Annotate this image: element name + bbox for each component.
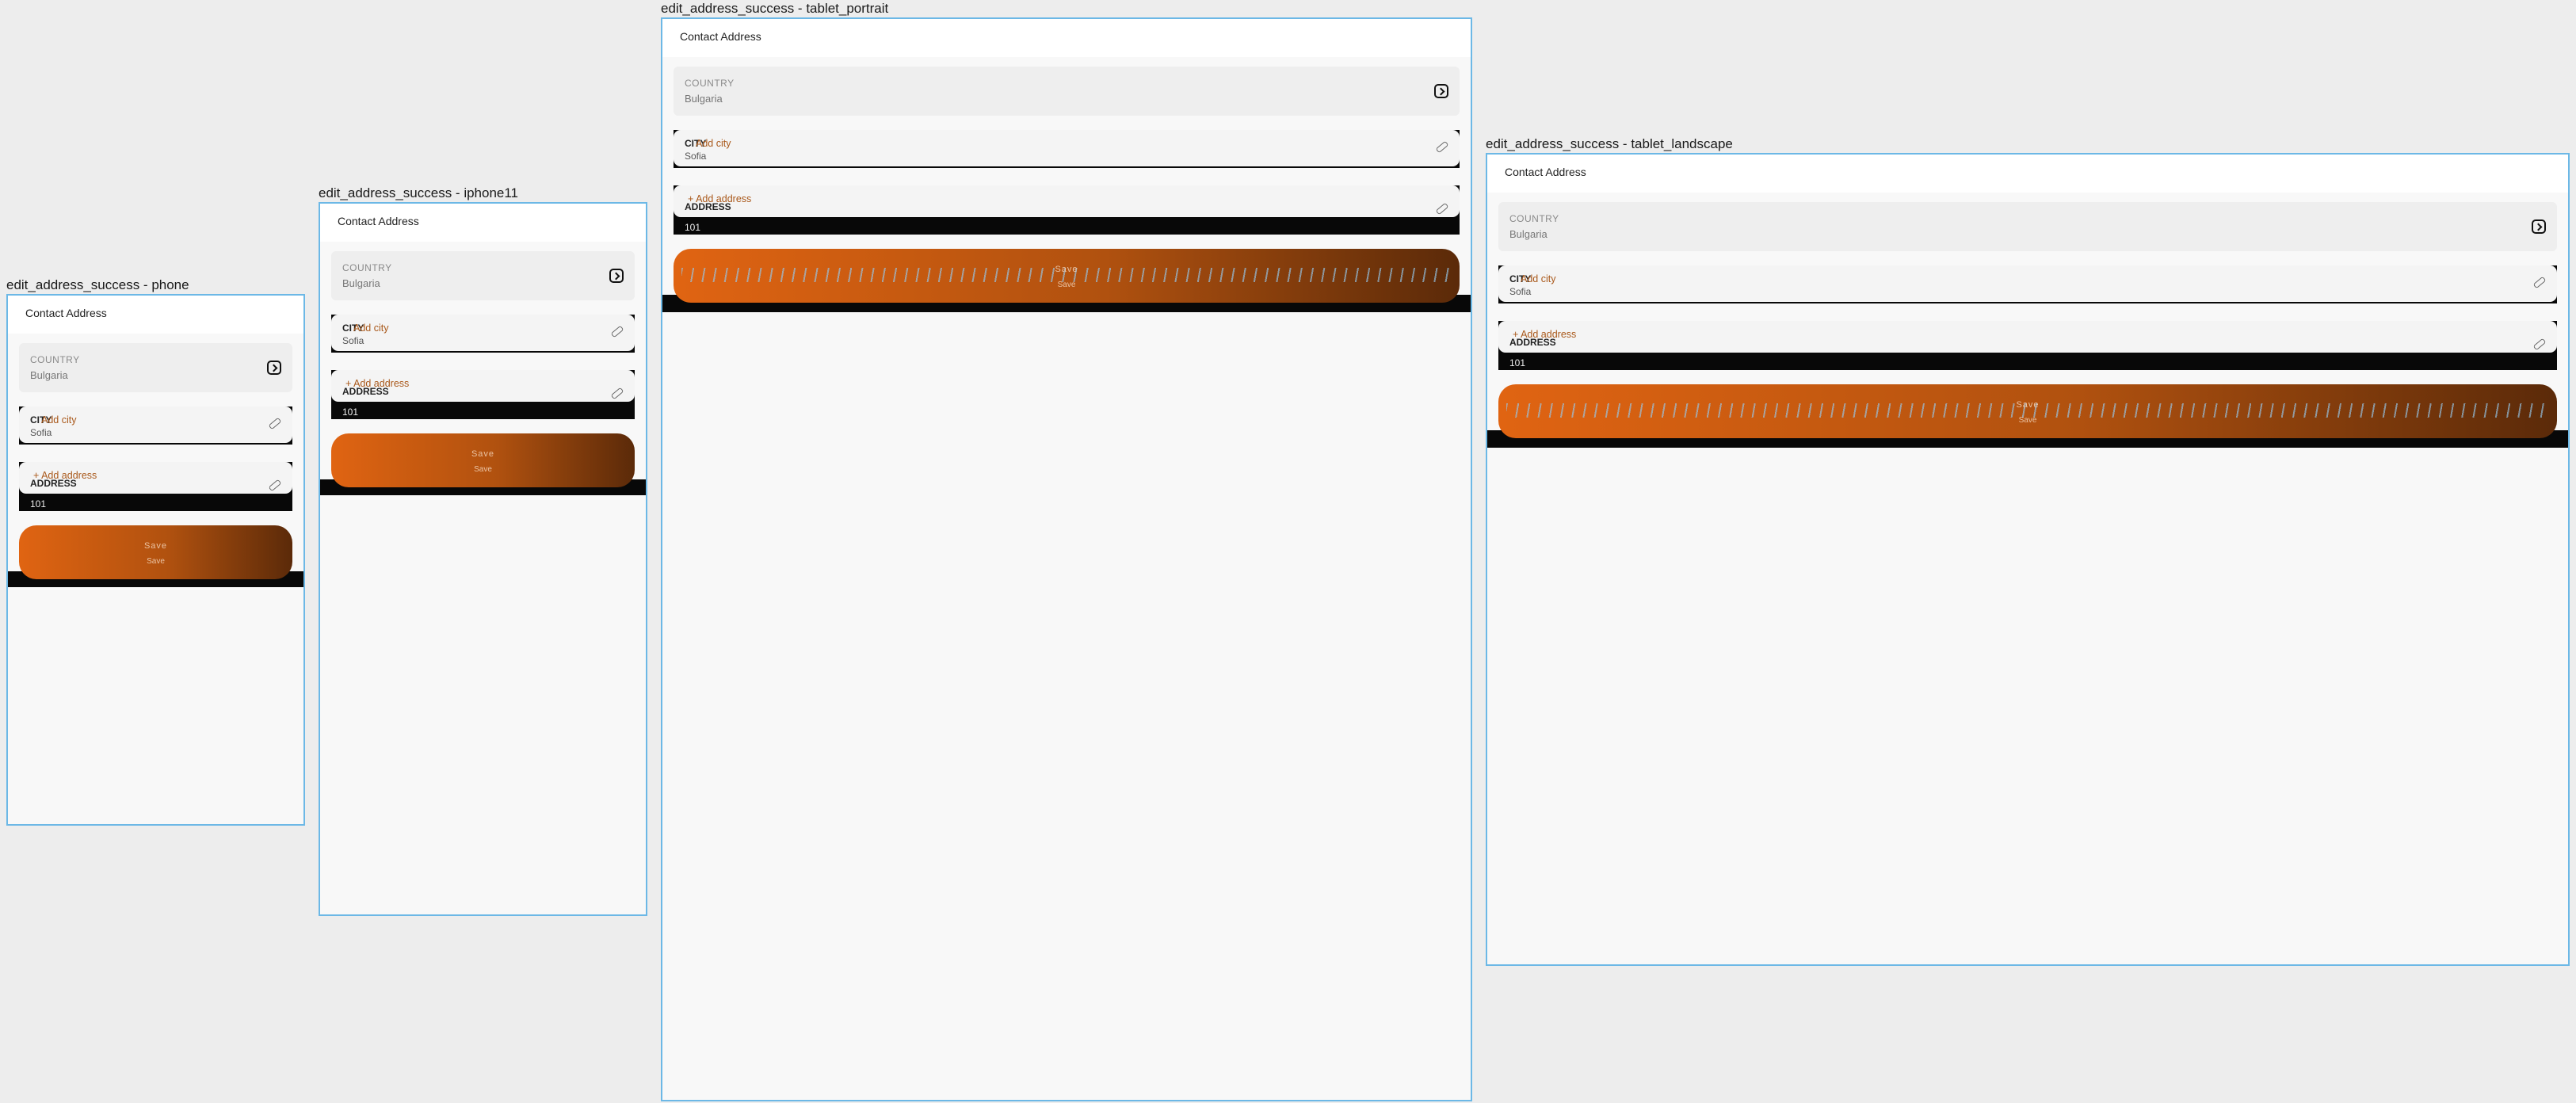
country-label: COUNTRY xyxy=(685,78,735,89)
country-value: Bulgaria xyxy=(685,93,723,105)
save-button[interactable]: Save Save xyxy=(19,525,292,579)
address-value: 101 xyxy=(685,222,701,233)
pencil-icon[interactable] xyxy=(268,417,282,430)
frame-title-phone: edit_address_success - phone xyxy=(6,277,189,292)
address-value: 101 xyxy=(342,406,359,418)
frame-title-tablet-landscape: edit_address_success - tablet_landscape xyxy=(1486,136,1733,151)
save-label: Save xyxy=(143,541,168,551)
city-card[interactable]: CITY Add city Sofia xyxy=(674,130,1460,166)
app-bar: Contact Address xyxy=(320,204,646,242)
pencil-icon[interactable] xyxy=(2532,276,2547,289)
city-field[interactable]: CITY Add city Sofia xyxy=(674,130,1460,168)
chevron-right-icon[interactable] xyxy=(609,269,624,283)
pencil-icon[interactable] xyxy=(268,479,282,492)
add-address-link[interactable]: + Add address xyxy=(33,470,97,481)
add-city-link[interactable]: Add city xyxy=(1521,273,1555,284)
add-address-link[interactable]: + Add address xyxy=(345,378,409,389)
country-label: COUNTRY xyxy=(30,354,80,365)
add-city-link[interactable]: Add city xyxy=(696,138,731,149)
address-field[interactable]: ADDRESS + Add address 101 xyxy=(331,370,635,419)
city-card[interactable]: CITY Add city Sofia xyxy=(331,315,635,351)
save-button[interactable]: Save Save xyxy=(1498,384,2557,438)
save-sublabel: Save xyxy=(2018,416,2037,425)
city-value: Sofia xyxy=(1509,286,1532,297)
save-sublabel: Save xyxy=(147,557,165,566)
edit-address-screen: Contact Address COUNTRY Bulgaria CITY Ad… xyxy=(1487,155,2568,964)
country-value: Bulgaria xyxy=(1509,228,1548,240)
address-field[interactable]: ADDRESS + Add address 101 xyxy=(19,462,292,511)
add-address-link[interactable]: + Add address xyxy=(1513,329,1576,340)
save-sublabel: Save xyxy=(474,465,492,474)
country-selector[interactable]: COUNTRY Bulgaria xyxy=(1498,202,2557,251)
save-sublabel: Save xyxy=(1057,281,1076,289)
city-value: Sofia xyxy=(685,151,707,162)
chevron-right-icon[interactable] xyxy=(267,361,281,375)
add-city-link[interactable]: Add city xyxy=(41,414,76,426)
pencil-icon[interactable] xyxy=(1435,202,1449,216)
country-selector[interactable]: COUNTRY Bulgaria xyxy=(331,251,635,300)
city-card[interactable]: CITY Add city Sofia xyxy=(1498,265,2557,302)
address-value: 101 xyxy=(30,498,47,510)
pencil-icon[interactable] xyxy=(610,387,624,400)
edit-address-screen: Contact Address COUNTRY Bulgaria CITY Ad… xyxy=(320,204,646,914)
country-selector[interactable]: COUNTRY Bulgaria xyxy=(19,343,292,392)
frame-title-iphone11: edit_address_success - iphone11 xyxy=(319,185,519,200)
page-title: Contact Address xyxy=(338,215,419,227)
chevron-right-icon[interactable] xyxy=(1434,84,1448,98)
frame-tablet-landscape: Contact Address COUNTRY Bulgaria CITY Ad… xyxy=(1486,153,2570,966)
address-card[interactable]: ADDRESS + Add address xyxy=(19,462,292,494)
country-label: COUNTRY xyxy=(342,262,392,273)
frame-phone: Contact Address COUNTRY Bulgaria CITY Ad… xyxy=(6,294,305,826)
address-value: 101 xyxy=(1509,357,1526,368)
country-label: COUNTRY xyxy=(1509,213,1559,224)
pencil-icon[interactable] xyxy=(610,325,624,338)
save-button[interactable]: Save Save xyxy=(331,433,635,487)
frame-title-tablet-portrait: edit_address_success - tablet_portrait xyxy=(661,1,889,16)
city-card[interactable]: CITY Add city Sofia xyxy=(19,406,292,443)
app-bar: Contact Address xyxy=(1487,155,2568,193)
chevron-right-icon[interactable] xyxy=(2532,219,2546,234)
frame-tablet-portrait: Contact Address COUNTRY Bulgaria CITY Ad… xyxy=(661,17,1472,1101)
city-value: Sofia xyxy=(342,335,364,346)
add-city-link[interactable]: Add city xyxy=(353,323,388,334)
address-card[interactable]: ADDRESS + Add address xyxy=(674,185,1460,217)
city-field[interactable]: CITY Add city Sofia xyxy=(19,406,292,445)
frame-iphone11: Contact Address COUNTRY Bulgaria CITY Ad… xyxy=(319,202,647,916)
add-address-link[interactable]: + Add address xyxy=(688,193,751,204)
edit-address-screen: Contact Address COUNTRY Bulgaria CITY Ad… xyxy=(662,19,1471,1100)
city-field[interactable]: CITY Add city Sofia xyxy=(1498,265,2557,303)
page-title: Contact Address xyxy=(1505,166,1586,178)
city-field[interactable]: CITY Add city Sofia xyxy=(331,315,635,353)
app-bar: Contact Address xyxy=(662,19,1471,57)
country-value: Bulgaria xyxy=(342,277,380,289)
save-label: Save xyxy=(471,449,495,459)
address-field[interactable]: ADDRESS + Add address 101 xyxy=(674,185,1460,235)
app-bar: Contact Address xyxy=(8,296,303,334)
save-label: Save xyxy=(2016,400,2040,410)
save-button[interactable]: Save Save xyxy=(674,249,1460,303)
address-card[interactable]: ADDRESS + Add address xyxy=(1498,321,2557,353)
address-card[interactable]: ADDRESS + Add address xyxy=(331,370,635,402)
save-label: Save xyxy=(1055,265,1078,274)
country-value: Bulgaria xyxy=(30,369,68,381)
pencil-icon[interactable] xyxy=(1435,140,1449,154)
pencil-icon[interactable] xyxy=(2532,338,2547,351)
country-selector[interactable]: COUNTRY Bulgaria xyxy=(674,67,1460,116)
address-field[interactable]: ADDRESS + Add address 101 xyxy=(1498,321,2557,370)
page-title: Contact Address xyxy=(25,307,107,319)
page-title: Contact Address xyxy=(680,30,761,43)
city-value: Sofia xyxy=(30,427,52,438)
edit-address-screen: Contact Address COUNTRY Bulgaria CITY Ad… xyxy=(8,296,303,824)
